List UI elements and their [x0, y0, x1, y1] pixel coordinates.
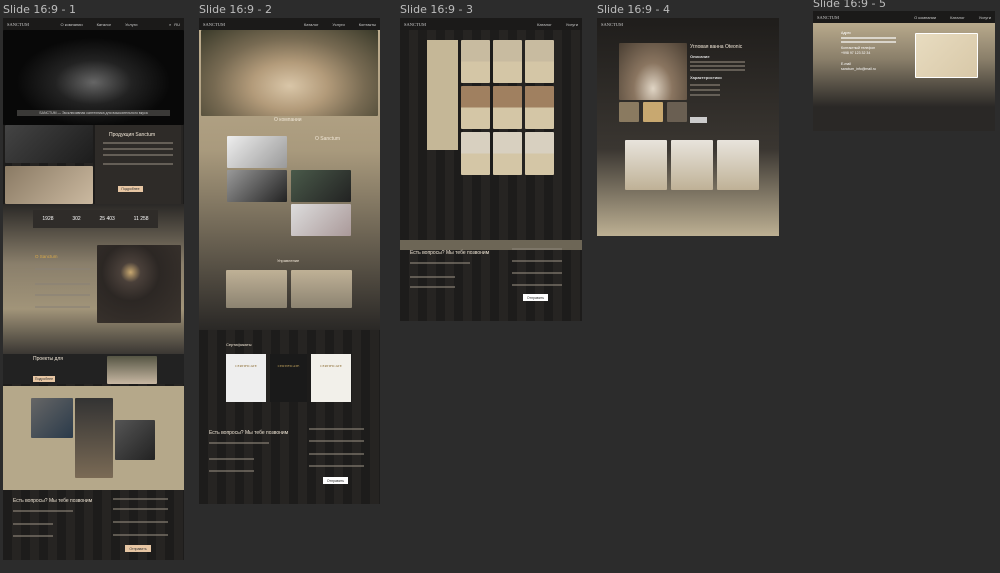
project-photo [75, 398, 113, 478]
frame-label-3[interactable]: Slide 16:9 - 3 [400, 3, 473, 16]
phone[interactable]: +998 97 123 32 34 [841, 51, 870, 55]
map[interactable] [915, 33, 978, 78]
product-card[interactable] [525, 40, 554, 83]
stat-value: 25 403 [99, 216, 115, 222]
tap-image [227, 170, 287, 202]
manager-card [291, 270, 352, 308]
phone-label: Контактный телефон [841, 46, 876, 50]
sink-image [5, 125, 93, 163]
about-title: О Sanctum [35, 254, 58, 259]
basin-image [291, 170, 351, 202]
nav-item[interactable]: Каталог [304, 22, 319, 27]
thumbnail[interactable] [667, 102, 687, 122]
related-product[interactable] [717, 140, 759, 190]
certs-title: Сертификаты [226, 342, 252, 347]
hero-title: О компании [274, 117, 302, 123]
product-card[interactable] [493, 132, 522, 175]
nav-item[interactable]: Каталог [950, 15, 965, 20]
stat-value: 1928 [42, 216, 54, 222]
management-title: Управление [277, 258, 300, 263]
send-button[interactable]: Отправить [323, 477, 348, 484]
nav-item[interactable]: Каталог [537, 22, 552, 27]
manager-card [226, 270, 287, 308]
nav-item[interactable]: Контакты [359, 22, 376, 27]
nav-item[interactable]: Услуги [332, 22, 344, 27]
slide-2-frame[interactable]: SANCTUM Каталог Услуги Контакты О компании … [199, 18, 380, 504]
frame-label-2[interactable]: Slide 16:9 - 2 [199, 3, 272, 16]
certificate[interactable]: CERTIFICATE [226, 354, 266, 402]
slide-5-frame[interactable]: SANCTUM О компании Каталог Услуги Адрес Кон… [813, 11, 995, 131]
round-basin-image [291, 204, 351, 236]
related-product[interactable] [671, 140, 713, 190]
nav-item[interactable]: Услуги [125, 22, 137, 27]
product-card[interactable] [461, 86, 490, 129]
logo[interactable]: SANCTUM [817, 15, 839, 20]
nav-item[interactable]: Услуги [979, 15, 991, 20]
logo[interactable]: SANCTUM [601, 22, 623, 27]
nav-item[interactable]: Услуги [566, 22, 578, 27]
stats-bar: 1928 302 25 403 11 258 [33, 210, 158, 228]
top-nav: SANCTUM О компании Каталог Услуги ⌕ RU [3, 18, 184, 30]
projects-button[interactable]: Подробнее [33, 376, 55, 382]
contact-title: Есть вопросы? Мы тебе позвоним [209, 430, 289, 436]
catalog-filters[interactable] [427, 40, 458, 150]
about-title: О Sanctum [315, 136, 341, 142]
products-title: Продукция Sanctum [109, 132, 156, 138]
product-card[interactable] [493, 86, 522, 129]
nav-item[interactable]: О компании [914, 15, 936, 20]
send-button[interactable]: Отправить [125, 545, 151, 552]
bathroom-mirror-image [97, 245, 181, 323]
send-button[interactable]: Отправить [523, 294, 548, 301]
bathtub-hero-image [201, 30, 378, 116]
product-title: Угловая ванна Oteonic [690, 44, 743, 50]
product-card[interactable] [525, 132, 554, 175]
thumbnail[interactable] [643, 102, 663, 122]
contact-title: Есть вопросы? Мы тебе позвоним [410, 250, 490, 256]
certificate[interactable]: CERTIFICATE [270, 354, 307, 402]
slide-3-frame[interactable]: SANCTUM Каталог Услуги Есть вопросы? Мы те… [400, 18, 582, 321]
contact-title: Есть вопросы? Мы тебе позвоним [13, 498, 93, 504]
lang-switch[interactable]: RU [174, 22, 180, 27]
product-image [619, 43, 687, 100]
product-card[interactable] [525, 86, 554, 129]
product-card[interactable] [461, 132, 490, 175]
specs-title: Характеристики [690, 75, 722, 80]
product-card[interactable] [461, 40, 490, 83]
hero-caption: SANCTUM — Эксклюзивная сантехника для вз… [17, 110, 170, 116]
address-label: Адрес [841, 31, 852, 35]
stat-value: 302 [72, 216, 81, 222]
certificate[interactable]: CERTIFICATE [311, 354, 351, 402]
bathtub-image [5, 166, 93, 204]
logo[interactable]: SANCTUM [404, 22, 426, 27]
search-icon[interactable]: ⌕ [169, 22, 171, 27]
logo[interactable]: SANCTUM [7, 22, 29, 27]
frame-label-4[interactable]: Slide 16:9 - 4 [597, 3, 670, 16]
email[interactable]: sanctum_info@mail.ru [841, 67, 876, 71]
add-to-cart-button[interactable] [690, 117, 707, 123]
description-title: Описание [690, 54, 710, 59]
logo[interactable]: SANCTUM [203, 22, 225, 27]
product-card[interactable] [493, 40, 522, 83]
slide-1-frame[interactable]: SANCTUM О компании Каталог Услуги ⌕ RU SA… [3, 18, 184, 560]
frame-label-1[interactable]: Slide 16:9 - 1 [3, 3, 76, 16]
nav-item[interactable]: О компании [61, 22, 83, 27]
related-product[interactable] [625, 140, 667, 190]
email-label: E-mail [841, 62, 851, 66]
project-photo [31, 398, 73, 438]
slide-4-frame[interactable]: SANCTUM Угловая ванна Oteonic Описание Х… [597, 18, 779, 236]
faucet-image [227, 136, 287, 168]
projects-title: Проекты для [33, 356, 63, 362]
more-button[interactable]: Подробнее [118, 186, 143, 192]
thumbnail[interactable] [619, 102, 639, 122]
frame-label-5[interactable]: Slide 16:9 - 5 [813, 0, 886, 10]
stat-value: 11 258 [133, 216, 149, 222]
nav-item[interactable]: Каталог [97, 22, 112, 27]
project-photo [115, 420, 155, 460]
project-image [107, 356, 157, 384]
